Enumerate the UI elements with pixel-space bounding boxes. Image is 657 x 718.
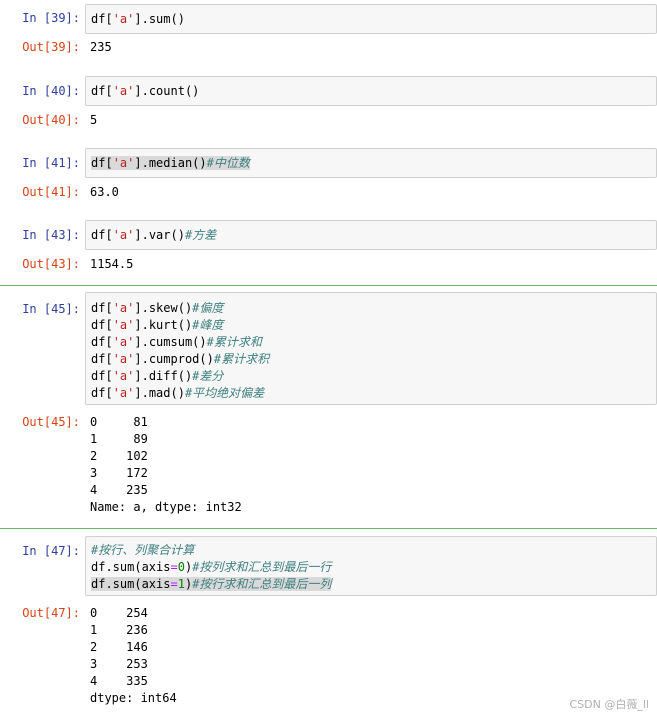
series-row: 4 235 bbox=[90, 483, 148, 497]
in-prompt: In [47]: bbox=[22, 544, 80, 558]
output-series: 0 254 1 236 2 146 3 253 4 335 dtype: int64 bbox=[90, 605, 177, 707]
code-line: df['a'].var()#方差 bbox=[91, 228, 217, 242]
cell-divider bbox=[0, 528, 657, 529]
output-text: 1154.5 bbox=[90, 257, 134, 271]
in-prompt: In [41]: bbox=[22, 156, 80, 170]
series-row: 3 172 bbox=[90, 466, 148, 480]
series-dtype: Name: a, dtype: int32 bbox=[90, 500, 242, 514]
series-row: 2 102 bbox=[90, 449, 148, 463]
series-dtype: dtype: int64 bbox=[90, 691, 177, 705]
code-input[interactable]: df['a'].median()#中位数 bbox=[85, 148, 657, 178]
code-line: df['a'].cumprod()#累计求积 bbox=[91, 352, 270, 366]
code-line: df['a'].kurt()#峰度 bbox=[91, 318, 224, 332]
code-line: df.sum(axis=0)#按列求和汇总到最后一行 bbox=[91, 560, 332, 574]
code-line: df['a'].cumsum()#累计求和 bbox=[91, 335, 262, 349]
code-line: df.sum(axis=1)#按行求和汇总到最后一列 bbox=[91, 577, 332, 591]
code-input[interactable]: df['a'].sum() bbox=[85, 4, 657, 34]
code-line: df['a'].mad()#平均绝对偏差 bbox=[91, 386, 265, 400]
code-line: df['a'].count() bbox=[91, 84, 200, 98]
series-row: 0 254 bbox=[90, 606, 148, 620]
code-line: df['a'].skew()#偏度 bbox=[91, 301, 224, 315]
in-prompt: In [40]: bbox=[22, 84, 80, 98]
code-line: #按行、列聚合计算 bbox=[91, 543, 195, 557]
series-row: 3 253 bbox=[90, 657, 148, 671]
code-line: df['a'].sum() bbox=[91, 12, 185, 26]
series-row: 2 146 bbox=[90, 640, 148, 654]
cell-divider bbox=[0, 285, 657, 286]
code-line: df['a'].median()#中位数 bbox=[91, 156, 250, 170]
in-prompt: In [39]: bbox=[22, 11, 80, 25]
code-input[interactable]: df['a'].count() bbox=[85, 76, 657, 106]
in-prompt: In [45]: bbox=[22, 302, 80, 316]
series-row: 1 89 bbox=[90, 432, 148, 446]
watermark: CSDN @白薇_ll bbox=[569, 698, 649, 711]
in-prompt: In [43]: bbox=[22, 228, 80, 242]
out-prompt: Out[40]: bbox=[22, 113, 80, 127]
code-input[interactable]: #按行、列聚合计算 df.sum(axis=0)#按列求和汇总到最后一行 df.… bbox=[85, 536, 657, 596]
series-row: 0 81 bbox=[90, 415, 148, 429]
series-row: 4 335 bbox=[90, 674, 148, 688]
code-input[interactable]: df['a'].skew()#偏度 df['a'].kurt()#峰度 df['… bbox=[85, 292, 657, 405]
output-text: 5 bbox=[90, 113, 98, 127]
out-prompt: Out[39]: bbox=[22, 40, 80, 54]
out-prompt: Out[45]: bbox=[22, 415, 80, 429]
code-line: df['a'].diff()#差分 bbox=[91, 369, 224, 383]
out-prompt: Out[43]: bbox=[22, 257, 80, 271]
series-row: 1 236 bbox=[90, 623, 148, 637]
out-prompt: Out[41]: bbox=[22, 185, 80, 199]
out-prompt: Out[47]: bbox=[22, 606, 80, 620]
output-series: 0 81 1 89 2 102 3 172 4 235 Name: a, dtype: i… bbox=[90, 414, 242, 516]
output-text: 63.0 bbox=[90, 185, 119, 199]
code-input[interactable]: df['a'].var()#方差 bbox=[85, 220, 657, 250]
output-text: 235 bbox=[90, 40, 112, 54]
